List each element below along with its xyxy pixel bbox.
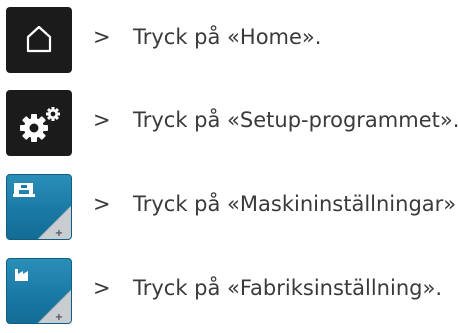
step-arrow: > (93, 25, 111, 49)
step-instruction: Tryck på «Maskininställningar». (133, 192, 458, 216)
step-instruction: Tryck på «Fabriksinställning». (133, 276, 442, 300)
factory-settings-button[interactable]: + (6, 258, 72, 324)
step-factory-settings: + > Tryck på «Fabriksinställning». (0, 258, 458, 324)
step-arrow: > (93, 276, 111, 300)
svg-text:+: + (55, 312, 63, 323)
gears-icon (20, 107, 60, 142)
step-home: > Tryck på «Home». (0, 7, 458, 73)
svg-text:+: + (55, 228, 63, 239)
machine-settings-button[interactable]: + (6, 174, 72, 240)
home-button[interactable] (6, 7, 72, 73)
step-setup: > Tryck på «Setup-programmet». (0, 90, 458, 156)
sewing-machine-settings-icon: + (13, 183, 71, 239)
step-arrow: > (93, 108, 111, 132)
setup-button[interactable] (6, 90, 72, 156)
factory-settings-icon: + (15, 269, 71, 323)
step-machine-settings: + > Tryck på «Maskininställningar». (0, 174, 458, 240)
step-arrow: > (93, 192, 111, 216)
step-instruction: Tryck på «Setup-programmet». (133, 108, 458, 132)
home-icon (26, 25, 52, 53)
step-instruction: Tryck på «Home». (133, 25, 322, 49)
